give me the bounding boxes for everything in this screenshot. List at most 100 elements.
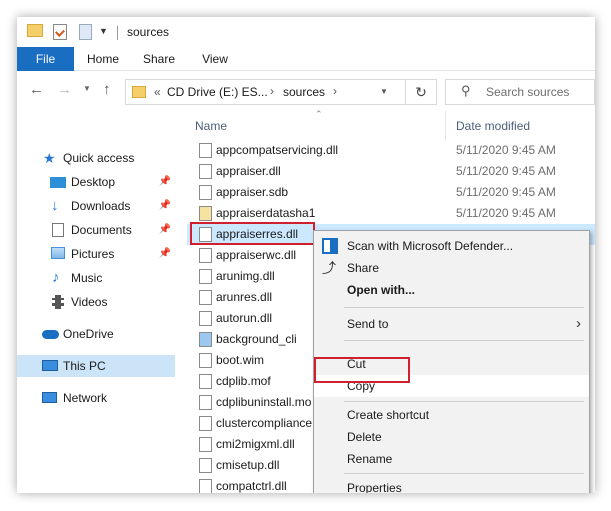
table-row[interactable]: appraiserdatasha1 5/11/2020 9:45 AM xyxy=(187,203,595,224)
menu-label: Share xyxy=(347,261,380,275)
music-icon: ♪ xyxy=(52,269,60,286)
file-name: appraiserwc.dll xyxy=(216,248,297,262)
nav-label: Pictures xyxy=(71,247,115,261)
image-file-icon xyxy=(199,332,212,347)
chevron-down-icon[interactable]: ▼ xyxy=(380,87,388,96)
refresh-icon[interactable]: ↻ xyxy=(405,79,437,105)
star-icon: ★ xyxy=(43,150,56,166)
back-arrow-icon[interactable]: ← xyxy=(29,81,44,98)
file-icon xyxy=(199,374,212,389)
table-row[interactable]: appraiser.dll 5/11/2020 9:45 AM xyxy=(187,161,595,182)
address-row: ← → ▼ ↑ « CD Drive (E:) ES... › sources … xyxy=(17,71,595,111)
column-divider[interactable] xyxy=(445,111,446,141)
nav-label: Quick access xyxy=(63,151,135,165)
menu-item-scan[interactable]: Scan with Microsoft Defender... xyxy=(314,235,589,257)
chevron-down-icon[interactable]: ▼ xyxy=(99,26,108,36)
window-title: sources xyxy=(127,25,170,39)
pictures-icon xyxy=(51,247,65,259)
breadcrumb-drive[interactable]: CD Drive (E:) ES... xyxy=(167,85,268,99)
menu-label: Delete xyxy=(347,430,382,444)
menu-item-open-with[interactable]: Open with... xyxy=(314,279,589,301)
sort-up-icon: ⌃ xyxy=(315,109,323,119)
file-date: 5/11/2020 9:45 AM xyxy=(456,185,556,199)
nav-item-downloads[interactable]: ↓ Downloads 📌 xyxy=(17,195,175,217)
pin-icon[interactable]: 📌 xyxy=(159,219,171,241)
file-name: cdplibuninstall.mo xyxy=(216,395,312,409)
file-date: 5/11/2020 9:45 AM xyxy=(456,143,556,157)
address-bar[interactable]: « CD Drive (E:) ES... › sources › ▼ xyxy=(125,79,437,105)
file-icon xyxy=(199,185,212,200)
column-header-name[interactable]: Name xyxy=(195,119,227,133)
file-name: autorun.dll xyxy=(216,311,273,325)
up-arrow-icon[interactable]: ↑ xyxy=(103,81,111,98)
file-name: appraiser.dll xyxy=(216,164,281,178)
nav-item-documents[interactable]: Documents 📌 xyxy=(17,219,175,241)
computer-icon xyxy=(42,360,58,371)
nav-quick-access[interactable]: ★ Quick access xyxy=(17,147,175,169)
file-name: cdplib.mof xyxy=(216,374,271,388)
address-overflow[interactable]: « xyxy=(154,85,161,99)
nav-this-pc[interactable]: This PC xyxy=(17,355,175,377)
file-date: 5/11/2020 9:45 AM xyxy=(456,164,556,178)
chevron-right-icon[interactable]: › xyxy=(333,84,337,98)
dll-file-icon xyxy=(199,416,212,431)
menu-item-delete[interactable]: Delete xyxy=(314,426,589,448)
tab-share[interactable]: Share xyxy=(139,47,179,71)
file-name: cmisetup.dll xyxy=(216,458,280,472)
forward-arrow-icon[interactable]: → xyxy=(57,81,72,98)
file-name: cmi2migxml.dll xyxy=(216,437,295,451)
menu-label: Send to xyxy=(347,317,389,331)
nav-item-desktop[interactable]: Desktop 📌 xyxy=(17,171,175,193)
recent-dropdown-icon[interactable]: ▼ xyxy=(83,84,91,93)
download-icon: ↓ xyxy=(51,197,59,214)
file-name: appraiserdatasha1 xyxy=(216,206,316,220)
dll-file-icon xyxy=(199,458,212,473)
nav-label: Desktop xyxy=(71,175,116,189)
pin-icon[interactable]: 📌 xyxy=(159,195,171,217)
menu-separator xyxy=(344,340,584,341)
nav-label: OneDrive xyxy=(63,327,114,341)
menu-item-share[interactable]: ⤴ Share xyxy=(314,257,589,279)
pin-icon[interactable]: 📌 xyxy=(159,171,171,193)
nav-label: Network xyxy=(63,391,108,405)
search-input[interactable]: ⚲ Search sources xyxy=(445,79,595,105)
tab-view[interactable]: View xyxy=(197,47,233,71)
new-folder-icon[interactable] xyxy=(79,24,92,40)
nav-item-videos[interactable]: Videos xyxy=(17,291,175,313)
search-icon: ⚲ xyxy=(461,83,471,98)
nav-label: Downloads xyxy=(71,199,131,213)
menu-item-send-to[interactable]: Send to › xyxy=(314,313,589,335)
menu-separator xyxy=(344,401,584,402)
nav-onedrive[interactable]: OneDrive xyxy=(17,323,175,345)
menu-item-create-shortcut[interactable]: Create shortcut xyxy=(314,404,589,426)
file-name: appcompatservicing.dll xyxy=(216,143,339,157)
menu-separator xyxy=(344,473,584,474)
column-header-date[interactable]: Date modified xyxy=(456,119,530,133)
title-separator xyxy=(117,26,118,40)
highlight-box-copy xyxy=(314,357,410,383)
cloud-icon xyxy=(42,330,59,339)
table-row[interactable]: appcompatservicing.dll 5/11/2020 9:45 AM xyxy=(187,140,595,161)
dll-file-icon xyxy=(199,164,212,179)
pin-icon[interactable]: 📌 xyxy=(159,243,171,265)
table-row[interactable]: appraiser.sdb 5/11/2020 9:45 AM xyxy=(187,182,595,203)
nav-item-music[interactable]: ♪ Music xyxy=(17,267,175,289)
file-name: boot.wim xyxy=(216,353,265,367)
nav-item-pictures[interactable]: Pictures 📌 xyxy=(17,243,175,265)
menu-separator xyxy=(344,307,584,308)
tab-file[interactable]: File xyxy=(17,47,74,71)
video-icon xyxy=(52,295,64,309)
breadcrumb-sources[interactable]: sources xyxy=(283,85,325,99)
data-file-icon xyxy=(199,206,212,221)
chevron-right-icon[interactable]: › xyxy=(270,84,274,98)
nav-network[interactable]: Network xyxy=(17,387,175,409)
shield-icon xyxy=(322,238,338,254)
share-icon: ⤴ xyxy=(322,260,336,276)
tab-home[interactable]: Home xyxy=(82,47,124,71)
menu-item-properties[interactable]: Properties xyxy=(314,477,589,493)
menu-item-rename[interactable]: Rename xyxy=(314,448,589,470)
file-name: background_cli xyxy=(216,332,297,346)
file-date: 5/11/2020 9:45 AM xyxy=(456,206,556,220)
properties-icon[interactable] xyxy=(53,24,67,40)
nav-label: This PC xyxy=(63,359,106,373)
